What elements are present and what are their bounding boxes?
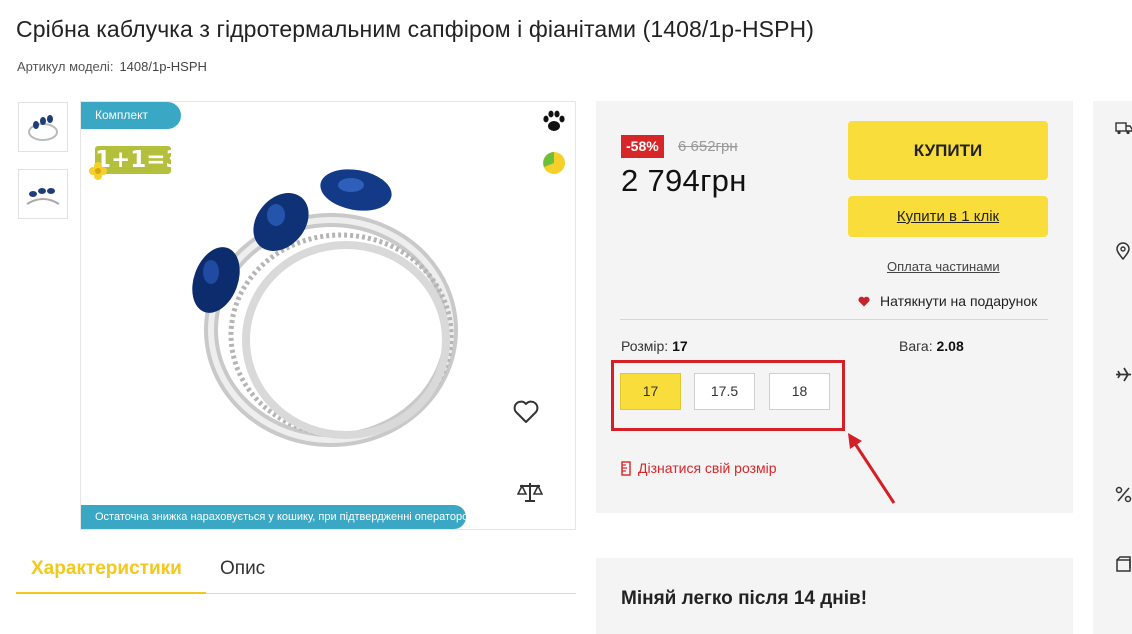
discount-badge: -58%	[621, 135, 664, 158]
ring-image	[192, 169, 458, 447]
gift-hint-link[interactable]: Натякнути на подарунок	[858, 293, 1037, 309]
thumbnail-ring-image	[26, 188, 60, 205]
weight-label-text: Вага:	[899, 338, 933, 354]
current-price: 2 794грн	[621, 163, 747, 198]
location-pin-icon	[1116, 242, 1130, 260]
airplane-icon	[1116, 367, 1131, 382]
size-guide-label: Дізнатися свій розмір	[638, 460, 777, 476]
pie-chart-icon[interactable]	[541, 150, 567, 176]
buy-button[interactable]: КУПИТИ	[848, 121, 1048, 180]
komplekt-badge: Комплект	[81, 102, 181, 129]
main-product-image[interactable]: Комплект 1+1=3 Остаточна знижка нарахову…	[80, 101, 576, 530]
annotation-arrow-icon	[848, 433, 896, 504]
exchange-info-panel: Міняй легко після 14 днів!	[596, 558, 1073, 634]
size-value: 17	[672, 338, 688, 354]
size-highlight-annotation	[611, 360, 845, 431]
gift-hint-label: Натякнути на подарунок	[880, 293, 1038, 309]
flower-icon	[89, 162, 107, 180]
exchange-title: Міняй легко після 14 днів!	[621, 588, 868, 609]
gallery-thumbnail-1[interactable]	[18, 102, 68, 152]
thumbnail-ring-image	[28, 115, 58, 141]
size-label: Розмір: 17	[621, 338, 688, 354]
purchase-panel: -58% 6 652грн 2 794грн КУПИТИ Купити в 1…	[596, 101, 1073, 513]
compare-scales-icon[interactable]	[517, 480, 543, 504]
ruler-icon	[621, 460, 631, 476]
old-price: 6 652грн	[678, 138, 738, 155]
article-label: Артикул моделі:	[17, 59, 114, 74]
divider	[620, 319, 1048, 320]
size-guide-link[interactable]: Дізнатися свій розмір	[621, 460, 777, 476]
size-label-text: Розмір:	[621, 338, 669, 354]
tab-characteristics[interactable]: Характеристики	[31, 558, 182, 580]
buy-one-click-button[interactable]: Купити в 1 клік	[848, 196, 1048, 237]
active-tab-underline	[16, 592, 206, 594]
favorite-heart-icon[interactable]	[513, 400, 539, 424]
tab-description[interactable]: Опис	[220, 558, 265, 580]
article-line: Артикул моделі: 1408/1p-HSPH	[17, 59, 207, 74]
percent-icon	[1115, 486, 1132, 503]
weight-label: Вага: 2.08	[899, 338, 964, 354]
delivery-info-sidebar	[1093, 101, 1132, 634]
product-tabs: Характеристики Опис	[16, 552, 576, 594]
discount-note-bar: Остаточна знижка нараховується у кошику,…	[81, 505, 476, 529]
product-title: Срібна каблучка з гідротермальним сапфір…	[16, 16, 815, 42]
box-icon	[1116, 556, 1131, 572]
heart-filled-icon	[858, 296, 870, 306]
truck-icon	[1115, 122, 1132, 135]
gallery-thumbnail-2[interactable]	[18, 169, 68, 219]
article-value: 1408/1p-HSPH	[119, 59, 207, 74]
paw-icon[interactable]	[541, 108, 567, 134]
installments-link[interactable]: Оплата частинами	[887, 259, 1000, 274]
weight-value: 2.08	[936, 338, 964, 354]
